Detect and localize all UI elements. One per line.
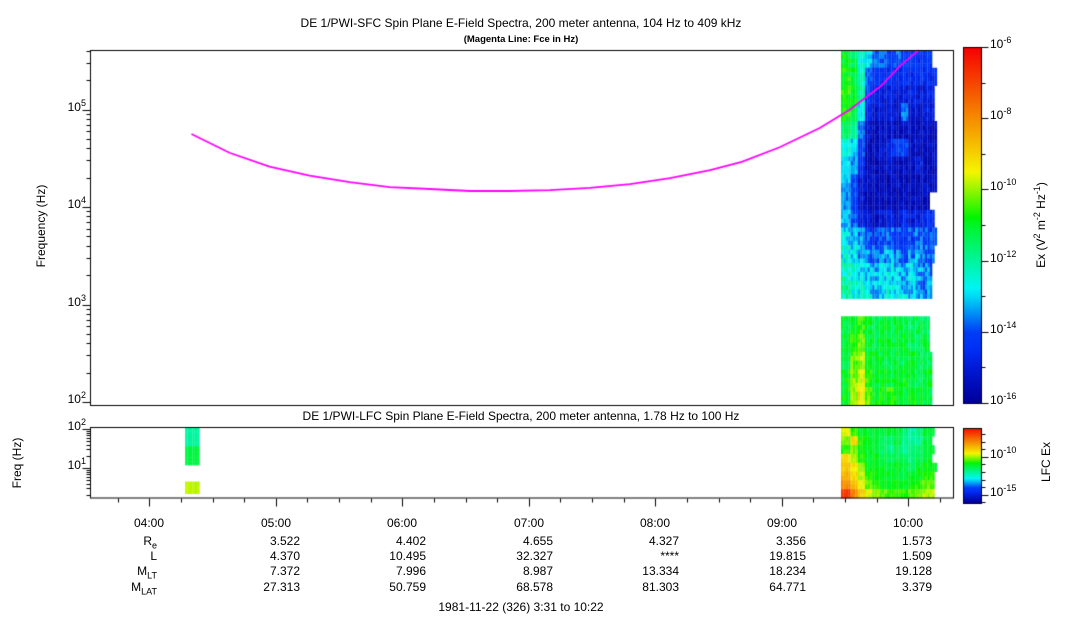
time-tick-label: 05:00 [260,516,292,530]
sfc-ytick-label: 102 [67,390,86,407]
ephemeris-value: 7.996 [395,564,426,578]
ephemeris-value: 32.327 [516,549,553,563]
ephemeris-value: 19.815 [769,549,806,563]
ephemeris-value: 50.759 [389,580,426,594]
sfc-colorbar-tick-label: 10-6 [990,35,1012,52]
ephemeris-row-label: MLT [137,564,157,581]
ephemeris-value: 4.655 [522,534,553,548]
caption: 1981-11-22 (326) 3:31 to 10:22 [438,600,604,614]
ephemeris-value: 4.402 [395,534,426,548]
ephemeris-value: 8.987 [522,564,553,578]
sfc-ytick-label: 105 [67,98,86,115]
sfc-title: DE 1/PWI-SFC Spin Plane E-Field Spectra,… [300,16,742,30]
lfc-ylabel: Freq (Hz) [10,437,24,489]
lfc-ytick-label: 102 [67,417,86,434]
sfc-ytick-label: 103 [67,293,86,310]
ephemeris-row-label: MLAT [131,580,157,597]
ephemeris-value: 64.771 [769,580,806,594]
time-tick-label: 09:00 [766,516,798,530]
ephemeris-value: 7.372 [269,564,300,578]
time-tick-label: 07:00 [513,516,545,530]
ephemeris-value: 81.303 [642,580,679,594]
sfc-colorbar-tick-label: 10-8 [990,106,1012,123]
ephemeris-value: 4.327 [648,534,679,548]
sfc-colorbar-label: Ex (V2 m-2 Hz-1) [1032,182,1048,268]
lfc-colorbar-tick-label: 10-15 [990,483,1017,500]
ephemeris-value: 18.234 [769,564,806,578]
sfc-colorbar-tick-label: 10-16 [990,391,1017,408]
sfc-ylabel: Frequency (Hz) [34,184,48,268]
sfc-colorbar-tick-label: 10-10 [990,177,1017,194]
time-tick-label: 08:00 [639,516,671,530]
ephemeris-value: 68.578 [516,580,553,594]
lfc-colorbar-tick-label: 10-10 [990,445,1017,462]
ephemeris-value: 13.334 [642,564,679,578]
ephemeris-value: 3.356 [775,534,806,548]
sfc-colorbar-tick-label: 10-14 [990,320,1017,337]
sfc-ytick-label: 104 [67,195,86,212]
ephemeris-value: 27.313 [263,580,300,594]
time-tick-label: 10:00 [892,516,924,530]
spectra-figure: DE 1/PWI-SFC Spin Plane E-Field Spectra,… [0,0,1083,620]
ephemeris-value: 1.509 [901,549,932,563]
lfc-title: DE 1/PWI-LFC Spin Plane E-Field Spectra,… [302,409,740,423]
ephemeris-row-label: L [150,549,157,563]
ephemeris-value: 1.573 [901,534,932,548]
sfc-colorbar-tick-label: 10-12 [990,249,1017,266]
lfc-colorbar-label: LFC Ex [1039,442,1053,483]
ephemeris-row-label: Re [143,534,157,551]
ephemeris-value: 4.370 [269,549,300,563]
ephemeris-value: **** [660,549,679,563]
time-tick-label: 04:00 [133,516,165,530]
lfc-ytick-label: 101 [67,456,86,473]
ephemeris-value: 3.522 [269,534,300,548]
ephemeris-value: 10.495 [389,549,426,563]
ephemeris-value: 3.379 [901,580,932,594]
time-tick-label: 06:00 [386,516,418,530]
sfc-subtitle: (Magenta Line: Fce in Hz) [463,34,579,45]
ephemeris-value: 19.128 [895,564,932,578]
